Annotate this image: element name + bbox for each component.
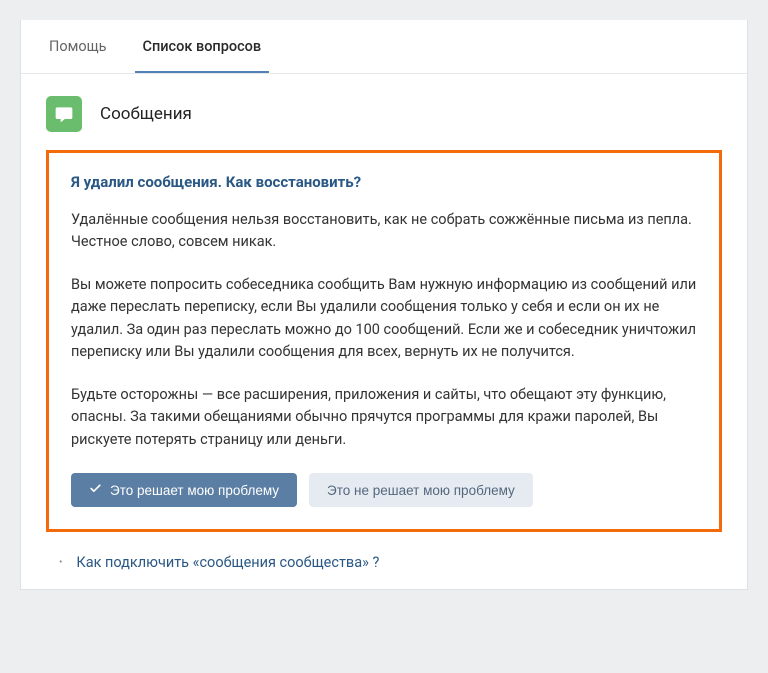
related-row: • Как подключить «сообщения сообщества» … (21, 550, 747, 589)
tabs-bar: Помощь Список вопросов (21, 20, 747, 74)
check-icon (89, 482, 102, 498)
messages-icon (46, 96, 82, 132)
help-content-panel: Помощь Список вопросов Сообщения Я удали… (20, 20, 748, 590)
solves-problem-label: Это решает мою проблему (110, 483, 279, 498)
tab-help[interactable]: Помощь (41, 20, 115, 73)
related-link[interactable]: Как подключить «сообщения сообщества» ? (76, 554, 379, 571)
not-solves-problem-button[interactable]: Это не решает мою проблему (309, 473, 533, 507)
article-actions: Это решает мою проблему Это не решает мо… (71, 473, 697, 507)
article-paragraph: Удалённые сообщения нельзя восстановить,… (71, 209, 697, 254)
article-highlight-box: Я удалил сообщения. Как восстановить? Уд… (46, 150, 722, 532)
tab-questions[interactable]: Список вопросов (135, 20, 270, 73)
section-header: Сообщения (21, 74, 747, 150)
bullet-icon: • (59, 557, 62, 568)
solves-problem-button[interactable]: Это решает мою проблему (71, 473, 297, 507)
article-paragraph: Будьте осторожны — все расширения, прило… (71, 384, 697, 451)
article-title: Я удалил сообщения. Как восстановить? (71, 173, 697, 191)
section-title: Сообщения (100, 104, 192, 124)
article-paragraph: Вы можете попросить собеседника сообщить… (71, 274, 697, 364)
